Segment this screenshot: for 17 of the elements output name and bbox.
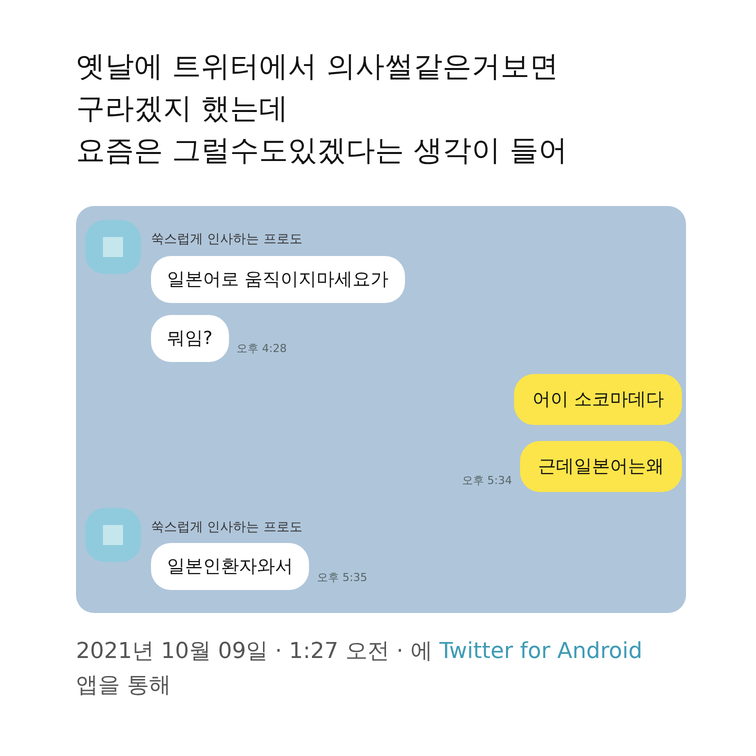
sender-name: 쑥스럽게 인사하는 프로도 (151, 518, 304, 536)
tweet-text: 옛날에 트위터에서 의사썰같은거보면 (76, 48, 560, 84)
source-link[interactable]: Twitter for Android (439, 639, 642, 664)
message-time: 오후 5:34 (462, 473, 512, 489)
message-bubble: 어이 소코마데다 (514, 374, 682, 424)
message-bubble: 뭐임? (151, 314, 229, 362)
avatar-icon (85, 508, 141, 562)
message-time: 오후 5:35 (317, 570, 368, 586)
tweet-timestamp: 2021년 10월 09일 · 1:27 오전 · 에 Twitter for Android 앱을 통해 (76, 638, 644, 700)
message-bubble: 일본인환자와서 (151, 543, 309, 590)
message-bubble: 일본어로 움직이지마세요가 (151, 256, 405, 302)
tweet-text: 구라겠지 했는데 (76, 90, 290, 126)
message-bubble: 근데일본어는왜 (520, 440, 682, 492)
avatar-icon (85, 220, 141, 274)
message-time: 오후 4:28 (236, 341, 287, 357)
tweet-text: 요즘은 그럴수도있겠다는 생각이 들어 (76, 132, 569, 168)
sender-name: 쑥스럽게 인사하는 프로도 (151, 231, 304, 249)
